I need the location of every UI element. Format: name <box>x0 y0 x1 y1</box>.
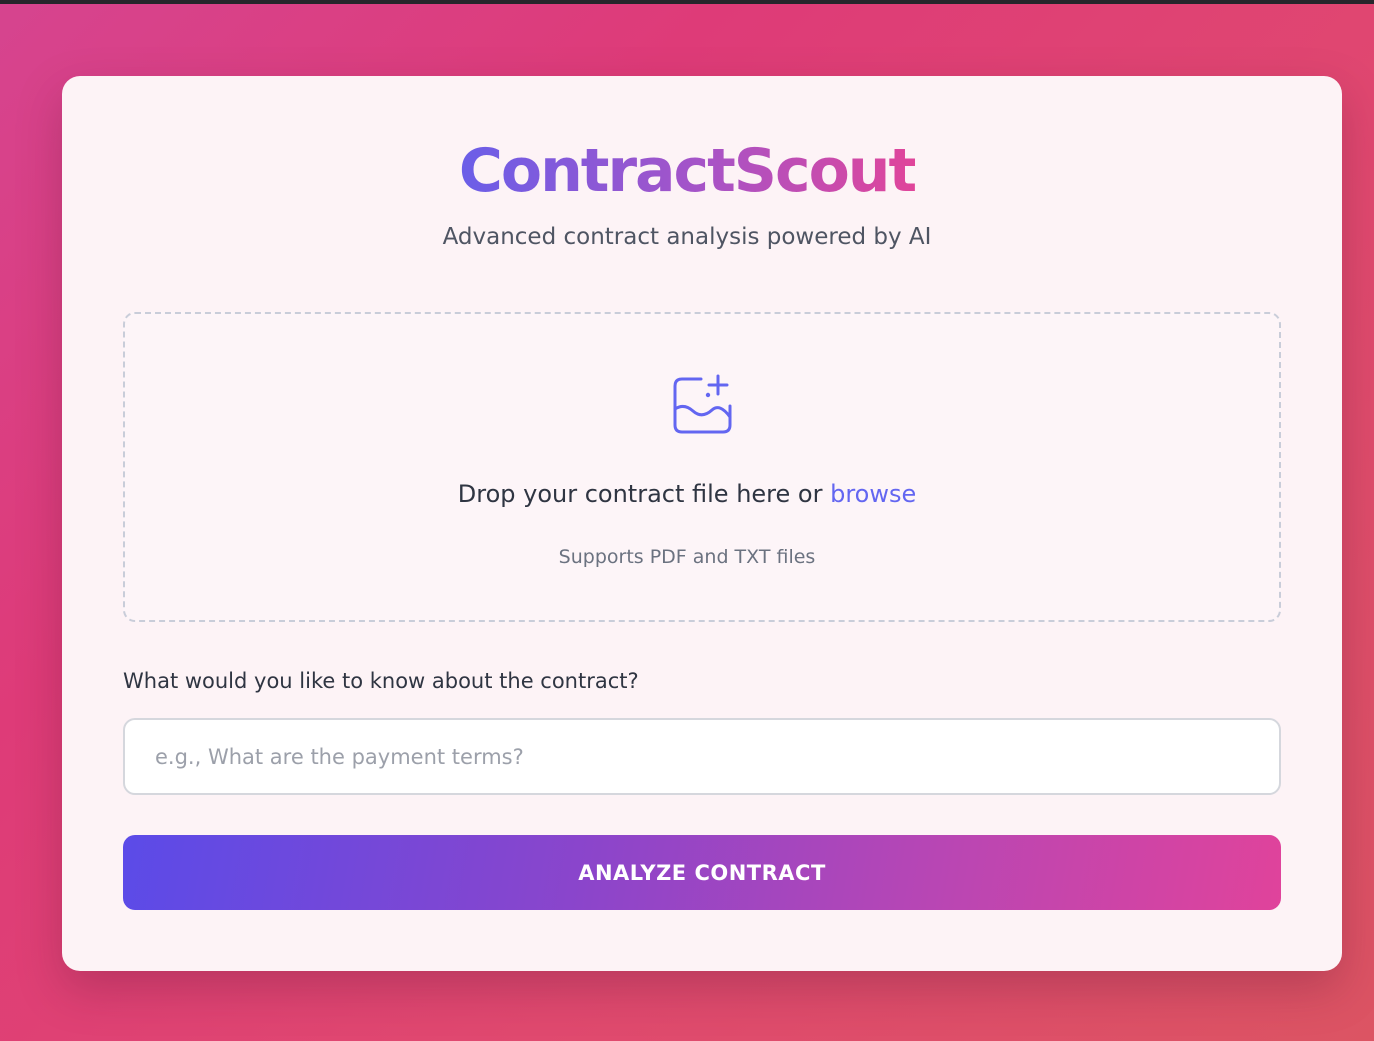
app-title: ContractScout <box>0 132 1374 210</box>
window-top-strip <box>0 0 1374 4</box>
image-plus-icon <box>673 374 732 434</box>
file-dropzone[interactable] <box>123 312 1281 622</box>
dropzone-prompt: Drop your contract file here or browse <box>0 478 1374 510</box>
dropzone-prompt-text: Drop your contract file here or <box>457 480 831 508</box>
question-label: What would you like to know about the co… <box>123 669 639 693</box>
app-title-text: ContractScout <box>458 136 917 206</box>
question-input[interactable] <box>123 718 1281 795</box>
analyze-contract-button[interactable]: ANALYZE CONTRACT <box>123 835 1281 910</box>
app-subtitle: Advanced contract analysis powered by AI <box>442 224 932 250</box>
browse-link[interactable]: browse <box>830 480 916 508</box>
supported-formats-text: Supports PDF and TXT files <box>558 546 816 568</box>
